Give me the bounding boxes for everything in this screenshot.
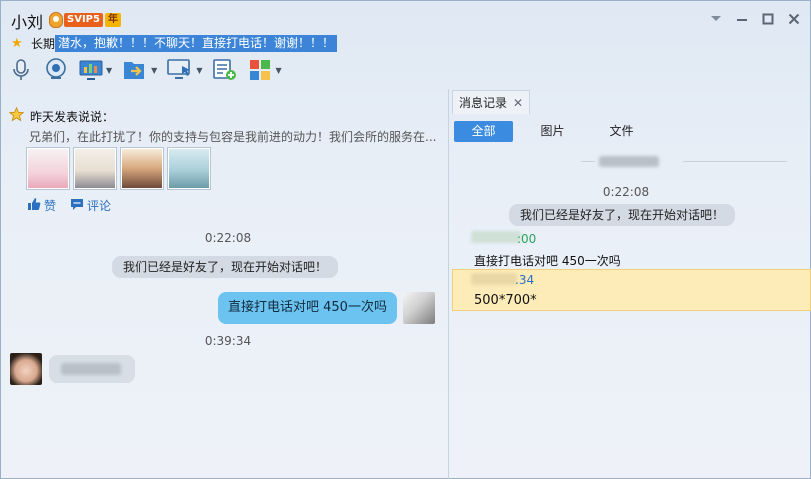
chevron-down-icon[interactable]: ▼ [151,66,157,75]
comment-button[interactable]: 评论 [70,197,111,214]
apps-button[interactable]: ▼ [248,57,282,83]
chat-timestamp: 0:22:08 [204,231,252,245]
filter-all[interactable]: 全部 [454,121,513,142]
tab-label: 消息记录 [459,96,508,110]
vip-year: 年 [104,13,121,27]
star-icon [8,106,25,125]
redacted-sender [471,231,521,243]
contact-name: 小刘 [11,13,44,32]
vip-level: SVIP5 [64,13,103,27]
moment-header: 昨天发表说说： [8,106,115,125]
like-button[interactable]: 赞 [27,197,56,214]
history-sender-time: :00 [517,232,537,246]
avatar[interactable] [10,353,42,385]
history-message[interactable]: 500*700* [474,293,537,308]
vip-badge[interactable]: SVIP5 年 [49,12,121,28]
history-timestamp: 0:22:08 [602,185,650,199]
chevron-down-icon[interactable]: ▼ [106,66,112,75]
filter-images[interactable]: 图片 [523,121,582,142]
chat-window: 小刘 SVIP5 年 ★ 长期 潜水，抱歉！！！不聊天！直接打电话！谢谢！！！ [0,0,811,479]
title-bar: 小刘 SVIP5 年 ★ 长期 潜水，抱歉！！！不聊天！直接打电话！谢谢！！！ [1,1,811,87]
incoming-message[interactable] [49,355,135,383]
avatar[interactable] [403,292,435,324]
file-transfer-button[interactable]: ▼ [122,57,157,83]
remote-assist-button[interactable]: ▼ [167,57,202,83]
screen-share-icon [79,59,103,81]
chat-timestamp: 0:39:34 [204,334,252,348]
video-call-button[interactable] [43,57,69,83]
history-system-message: 我们已经是好友了，现在开始对话吧！ [509,204,736,226]
comment-label: 评论 [87,199,112,213]
screen-share-button[interactable]: ▼ [79,57,112,83]
history-message[interactable]: 直接打电话对吧 450一次吗 [474,252,621,269]
like-label: 赞 [44,199,57,213]
create-note-button[interactable] [212,57,238,83]
signature-row: ★ 长期 潜水，抱歉！！！不聊天！直接打电话！谢谢！！！ [11,34,338,52]
filter-files[interactable]: 文件 [592,121,651,142]
chevron-down-icon[interactable]: ▼ [196,66,202,75]
moment-photo[interactable] [73,147,117,190]
microphone-icon [9,58,33,82]
signature-text: 潜水，抱歉！！！不聊天！直接打电话！谢谢！！！ [55,34,338,52]
close-icon[interactable] [786,11,802,27]
moment-actions: 赞 评论 [27,197,111,214]
history-filter-bar: 全部 图片 文件 [454,121,661,142]
penguin-icon [49,12,63,28]
moment-photos [26,147,211,190]
remote-desktop-icon [167,58,193,82]
moment-photo[interactable] [26,147,70,190]
voice-call-button[interactable] [9,57,33,83]
moment-photo[interactable] [120,147,164,190]
new-note-icon [212,58,238,82]
redacted-sender [471,273,517,285]
chat-toolbar: ▼ ▼ ▼ ▼ [9,56,292,84]
date-separator [581,161,595,162]
history-sender-time: .34 [515,273,535,287]
file-transfer-icon [122,58,148,82]
video-icon [43,57,69,83]
redacted-date [599,156,659,167]
apps-icon [248,58,272,82]
window-controls [708,11,802,27]
outgoing-message[interactable]: 直接打电话对吧 450一次吗 [218,292,397,324]
maximize-icon[interactable] [760,11,776,27]
moment-photo[interactable] [167,147,211,190]
chevron-down-icon[interactable]: ▼ [275,66,281,75]
star-icon: ★ [11,35,23,51]
signature-label: 长期 [31,36,56,51]
redacted-text [61,363,121,375]
chevron-down-icon[interactable] [708,11,724,27]
minimize-icon[interactable] [734,11,750,27]
tab-message-history[interactable]: 消息记录 ✕ [452,90,531,114]
thumbs-up-icon [27,197,44,214]
close-icon[interactable]: ✕ [513,96,523,110]
moment-text[interactable]: 兄弟们，在此打扰了！你的支持与包容是我前进的动力！我们会所的服务在... [29,128,441,145]
moment-title: 昨天发表说说： [30,109,115,124]
system-message: 我们已经是好友了，现在开始对话吧！ [112,256,339,278]
date-separator [683,161,787,162]
comment-icon [70,198,87,214]
